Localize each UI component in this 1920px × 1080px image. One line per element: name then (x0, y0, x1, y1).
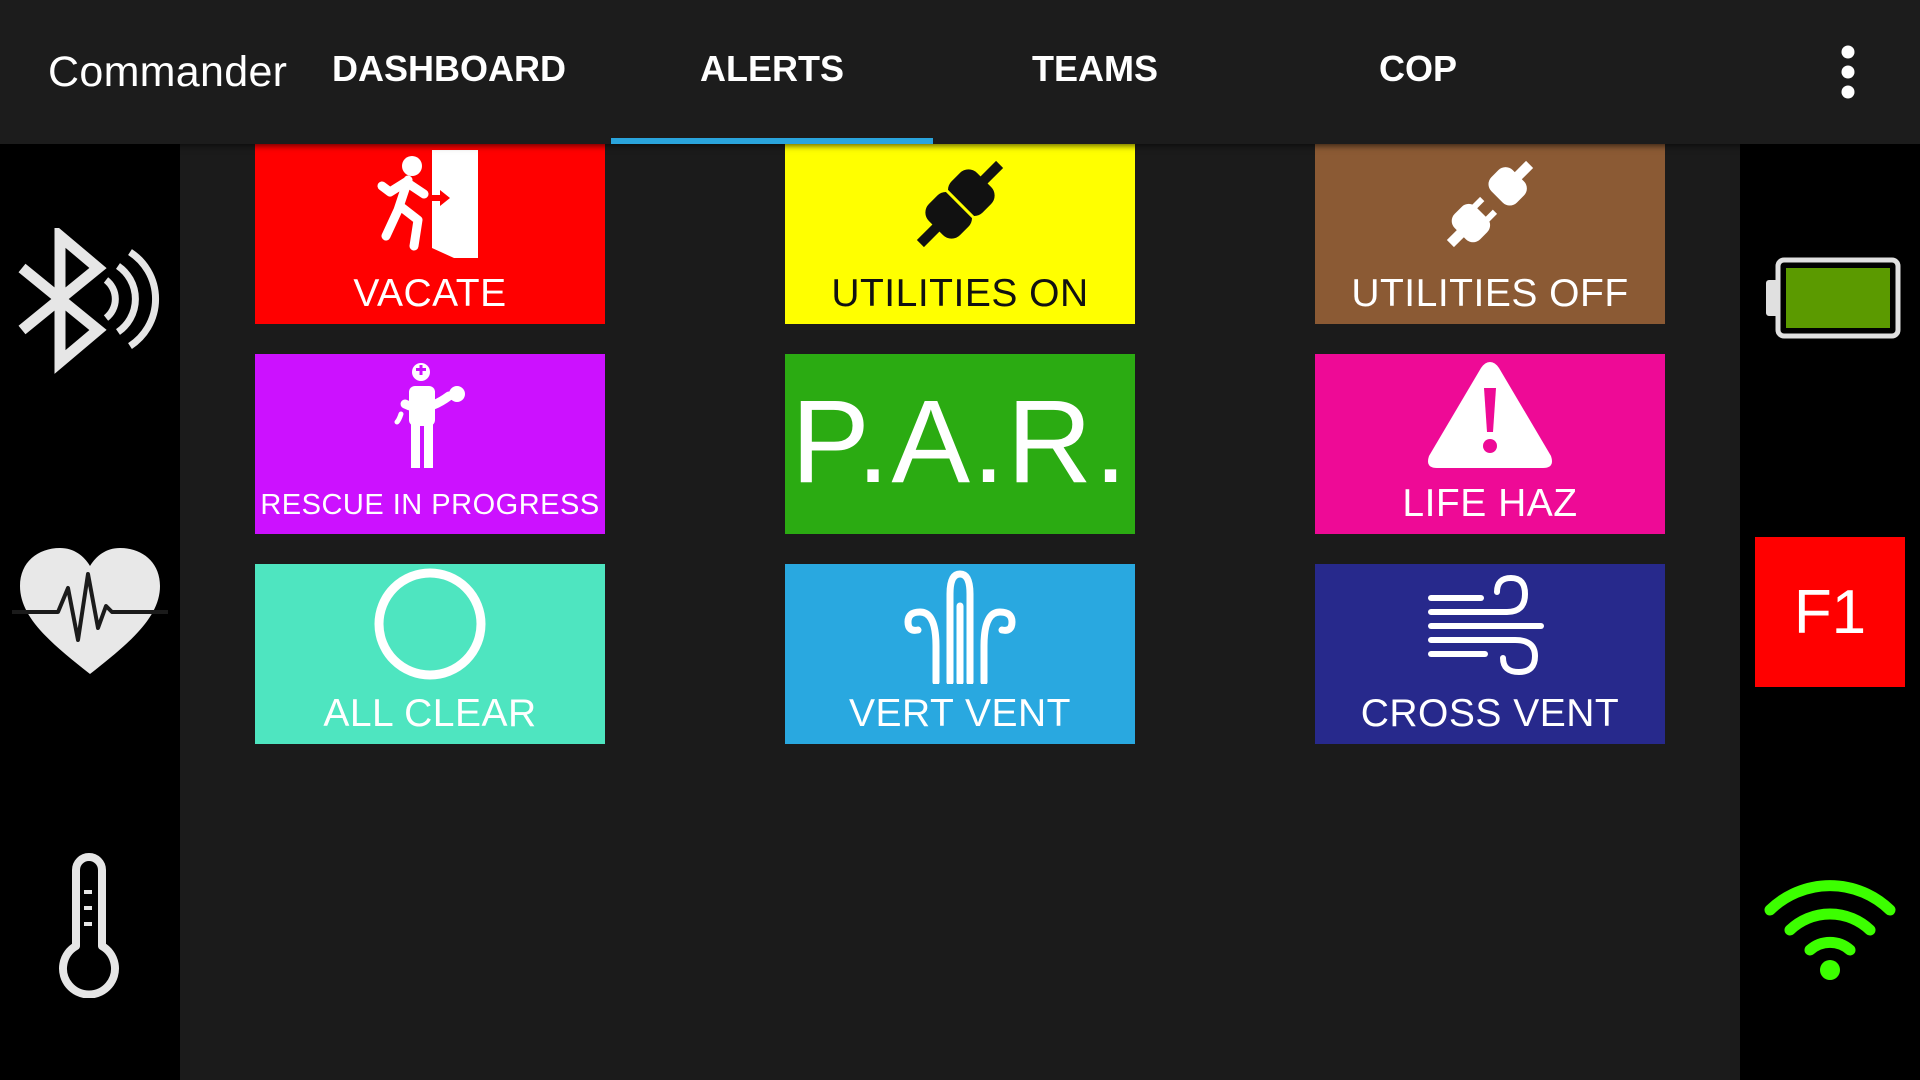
tab-label: COP (1378, 48, 1457, 89)
commander-app: Commander DASHBOARD ALERTS TEAMS COP VAC… (0, 0, 1920, 1080)
tab-label: DASHBOARD (332, 48, 566, 89)
alert-label: CROSS VENT (1360, 692, 1620, 735)
alert-label: RESCUE IN PROGRESS (260, 489, 600, 521)
heart-rate-icon (12, 548, 168, 674)
alert-tile-all-clear[interactable]: ALL CLEAR (255, 564, 605, 744)
vertical-vent-icon (904, 570, 1016, 684)
alert-tile-utilities-off[interactable]: UTILITIES OFF (1315, 144, 1665, 324)
battery-icon (1766, 257, 1901, 339)
tab-label: TEAMS (1032, 48, 1158, 89)
bluetooth-icon (18, 228, 160, 374)
tab-teams[interactable]: TEAMS (934, 0, 1256, 144)
alert-tile-utilities-on[interactable]: UTILITIES ON (785, 144, 1135, 324)
alerts-grid: VACATE UTILITIES ON UTILITIES OFF RESCUE… (180, 144, 1740, 1080)
top-app-bar: Commander DASHBOARD ALERTS TEAMS COP (0, 0, 1920, 144)
tab-label: ALERTS (700, 48, 844, 89)
tab-cop[interactable]: COP (1257, 0, 1579, 144)
wifi-icon (1764, 880, 1896, 980)
thermometer-icon (59, 853, 119, 998)
alert-tile-cross-vent[interactable]: CROSS VENT (1315, 564, 1665, 744)
left-status-panel (0, 144, 180, 1080)
alert-label: ALL CLEAR (323, 692, 537, 735)
alert-label: UTILITIES ON (831, 272, 1089, 315)
alert-tile-vert-vent[interactable]: VERT VENT (785, 564, 1135, 744)
more-vert-icon (1841, 45, 1855, 99)
alert-label: UTILITIES OFF (1351, 272, 1629, 315)
alert-tile-par[interactable]: P.A.R. (785, 354, 1135, 534)
exit-icon (377, 150, 478, 258)
tab-alerts[interactable]: ALERTS (611, 0, 933, 144)
wind-icon (1428, 574, 1544, 676)
alert-label: LIFE HAZ (1402, 482, 1578, 525)
app-title: Commander (48, 48, 288, 96)
rescue-icon (394, 363, 465, 468)
tab-dashboard[interactable]: DASHBOARD (288, 0, 610, 144)
selected-tab-indicator (611, 138, 933, 144)
alert-label: VACATE (353, 272, 507, 315)
alert-tile-vacate[interactable]: VACATE (255, 144, 605, 324)
alert-tile-life-haz[interactable]: LIFE HAZ (1315, 354, 1665, 534)
alert-tile-rescue-in-progress[interactable]: RESCUE IN PROGRESS (255, 354, 605, 534)
floor-badge[interactable]: F1 (1755, 537, 1905, 687)
plug-connected-icon (916, 160, 1004, 248)
plug-disconnected-icon (1446, 160, 1534, 248)
overflow-menu-button[interactable] (1818, 40, 1878, 104)
alert-label: VERT VENT (849, 692, 1071, 735)
alert-label: P.A.R. (791, 376, 1129, 508)
circle-icon (374, 568, 486, 680)
warning-icon (1428, 362, 1552, 468)
